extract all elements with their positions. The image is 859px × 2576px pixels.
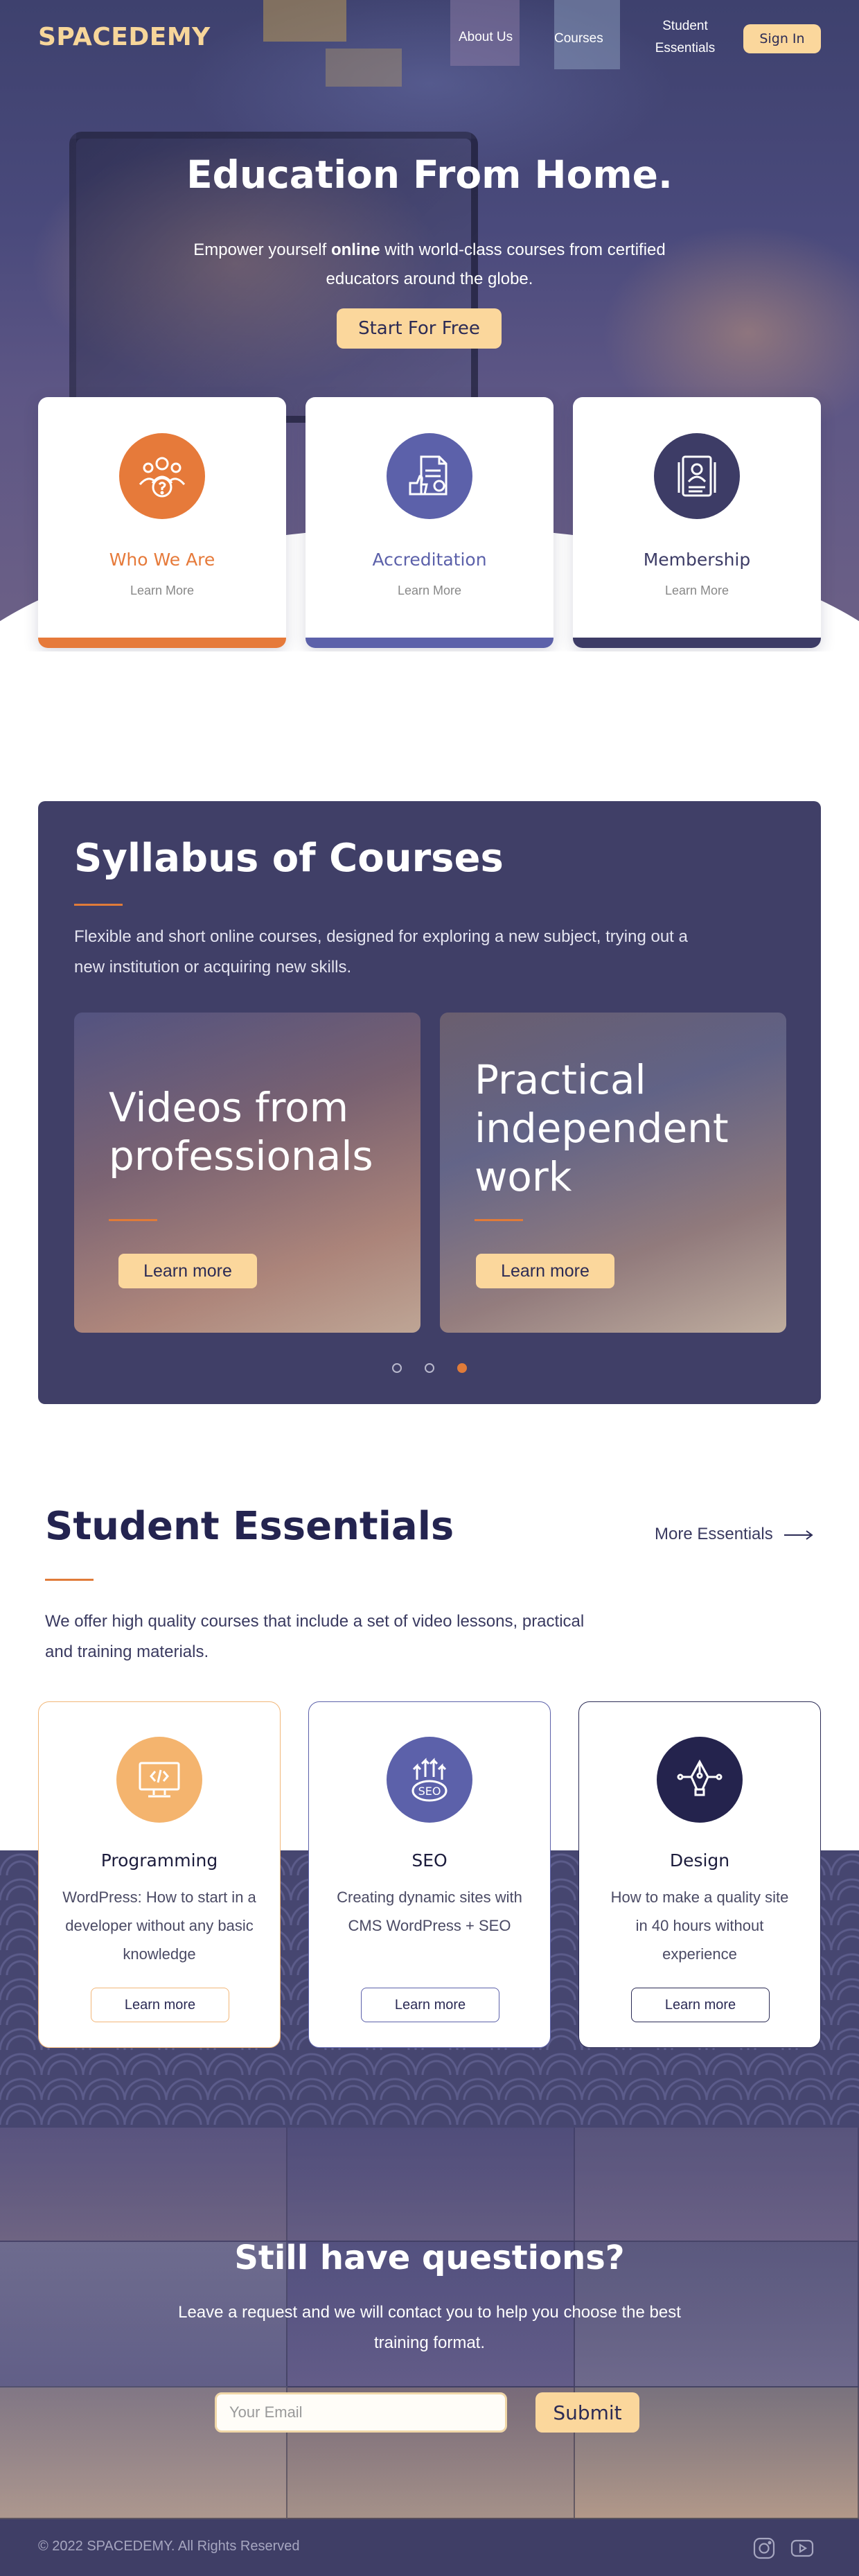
card-accent-bar — [305, 638, 554, 648]
title-underline — [74, 904, 123, 906]
learn-more-button[interactable]: Learn more — [118, 1254, 257, 1288]
course-card-title: Practical independent work — [475, 1056, 729, 1200]
start-for-free-button[interactable]: Start For Free — [337, 308, 502, 349]
info-card-membership[interactable]: Membership Learn More — [573, 397, 821, 648]
nav-about-us[interactable]: About Us — [459, 26, 513, 49]
course-card-title: Videos from professionals — [109, 1084, 373, 1180]
essential-card-description: How to make a quality site in 40 hours w… — [610, 1889, 789, 1963]
carousel-dots — [38, 1363, 821, 1376]
carousel-dot-2[interactable] — [425, 1363, 434, 1373]
essentials-title: Student Essentials — [45, 1504, 454, 1549]
info-card-title: Membership — [643, 550, 751, 570]
pen-tool-icon — [657, 1737, 743, 1823]
logo[interactable]: SPACEDEMY — [38, 23, 211, 51]
top-navigation: SPACEDEMY About Us Courses Student Essen… — [0, 0, 859, 76]
nav-student-essentials[interactable]: Student Essentials — [653, 15, 718, 60]
info-card-title: Who We Are — [109, 550, 215, 570]
team-question-icon — [119, 433, 205, 519]
instagram-icon[interactable] — [752, 2536, 777, 2561]
info-cards: Who We Are Learn More Accreditation Lear… — [38, 397, 821, 648]
sign-in-button[interactable]: Sign In — [743, 24, 821, 53]
course-card-underline — [109, 1219, 157, 1221]
card-accent-bar — [573, 638, 821, 648]
seo-growth-icon: SEO — [387, 1737, 472, 1823]
info-card-title: Accreditation — [372, 550, 487, 570]
course-card-underline — [475, 1219, 523, 1221]
svg-text:SEO: SEO — [418, 1785, 441, 1798]
syllabus-description: Flexible and short online courses, desig… — [74, 927, 688, 976]
monitor-code-icon — [116, 1737, 202, 1823]
nav-essentials-line2: Essentials — [655, 41, 716, 55]
learn-more-link[interactable]: Learn More — [305, 584, 554, 598]
essential-card-title: SEO — [411, 1850, 448, 1870]
learn-more-button[interactable]: Learn more — [476, 1254, 614, 1288]
learn-more-button[interactable]: Learn more — [631, 1988, 770, 2022]
learn-more-button[interactable]: Learn more — [361, 1988, 499, 2022]
copyright-text: © 2022 SPACEDEMY. All Rights Reserved — [38, 2539, 300, 2554]
essentials-description: We offer high quality courses that inclu… — [45, 1612, 585, 1661]
essential-card-description: WordPress: How to start in a developer w… — [62, 1889, 256, 1963]
submit-button[interactable]: Submit — [535, 2392, 639, 2433]
youtube-icon[interactable] — [790, 2536, 815, 2561]
questions-title: Still have questions? — [234, 2238, 625, 2277]
essential-card-programming[interactable]: Programming WordPress: How to start in a… — [38, 1701, 281, 2048]
more-essentials-link[interactable]: More Essentials — [655, 1525, 814, 1544]
carousel-dot-1[interactable] — [391, 1363, 402, 1373]
info-card-who-we-are[interactable]: Who We Are Learn More — [38, 397, 286, 648]
footer: © 2022 SPACEDEMY. All Rights Reserved — [0, 2519, 859, 2576]
nav-courses[interactable]: Courses — [554, 28, 603, 50]
email-input[interactable] — [215, 2392, 507, 2433]
learn-more-link[interactable]: Learn More — [38, 584, 286, 598]
course-card-practical[interactable]: Practical independent work Learn more — [440, 1013, 786, 1333]
essential-card-title: Design — [669, 1850, 730, 1870]
questions-subtitle: Leave a request and we will contact you … — [178, 2303, 681, 2352]
learn-more-link[interactable]: Learn More — [573, 584, 821, 598]
certificate-icon — [387, 433, 472, 519]
title-underline — [45, 1579, 94, 1581]
card-accent-bar — [38, 638, 286, 648]
syllabus-section: Syllabus of Courses Flexible and short o… — [38, 801, 821, 1404]
hero-title: Education From Home. — [186, 152, 673, 197]
member-card-icon — [654, 433, 740, 519]
essential-card-description: Creating dynamic sites with CMS WordPres… — [337, 1889, 522, 1934]
essential-card-design[interactable]: Design How to make a quality site in 40 … — [578, 1701, 821, 2048]
arrow-right-icon — [784, 1530, 814, 1540]
syllabus-title: Syllabus of Courses — [74, 836, 504, 881]
hero-subtitle: Empower yourself online with world-class… — [193, 240, 666, 288]
essential-card-seo[interactable]: SEO SEO Creating dynamic sites with CMS … — [308, 1701, 551, 2048]
essential-card-title: Programming — [100, 1850, 218, 1870]
hero-section: SPACEDEMY About Us Courses Student Essen… — [0, 0, 859, 651]
course-card-videos[interactable]: Videos from professionals Learn more — [74, 1013, 420, 1333]
nav-essentials-line1: Student — [662, 19, 708, 33]
learn-more-button[interactable]: Learn more — [91, 1988, 229, 2022]
questions-section: Still have questions? Leave a request an… — [0, 2128, 859, 2519]
more-essentials-label: More Essentials — [655, 1525, 773, 1543]
info-card-accreditation[interactable]: Accreditation Learn More — [305, 397, 554, 648]
carousel-dot-3[interactable] — [457, 1363, 468, 1373]
